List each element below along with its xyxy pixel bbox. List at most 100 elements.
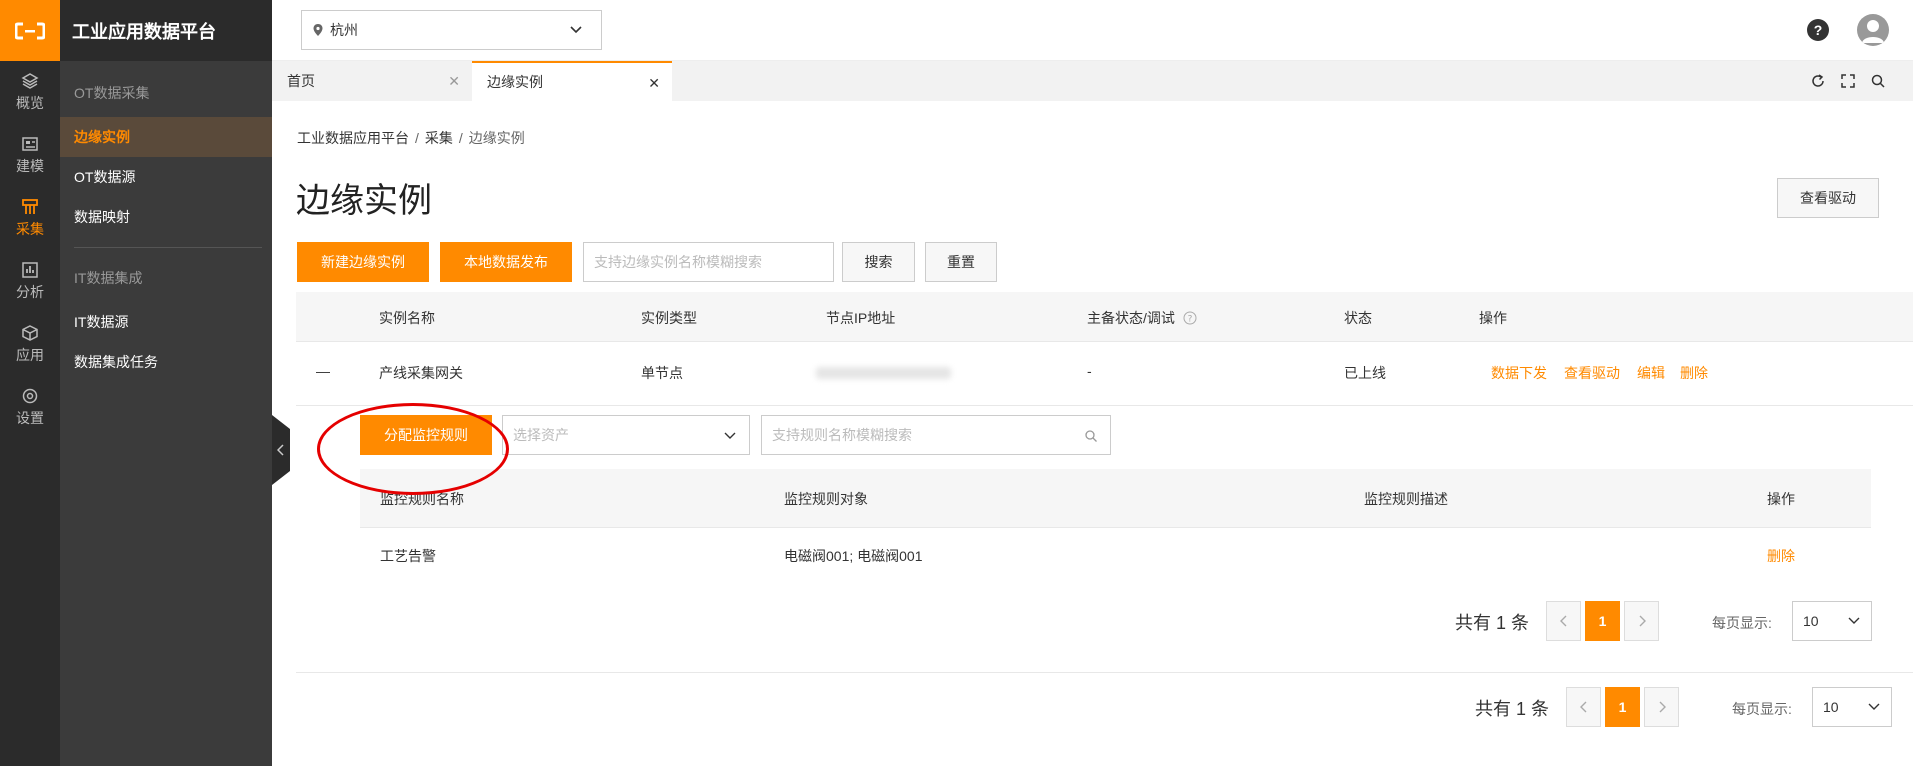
sidebar-divider bbox=[74, 247, 262, 248]
instance-search-input[interactable]: 支持边缘实例名称模糊搜索 bbox=[583, 242, 834, 282]
pager-size-select[interactable]: 10 bbox=[1812, 687, 1892, 727]
chevron-down-icon bbox=[570, 26, 582, 34]
col-status: 状态 bbox=[1344, 310, 1372, 326]
breadcrumb-separator: / bbox=[415, 130, 419, 146]
pager-size-value: 10 bbox=[1823, 699, 1839, 715]
city-select[interactable]: 杭州 bbox=[301, 10, 602, 50]
help-icon[interactable]: ? bbox=[1807, 19, 1829, 41]
rail-label: 概览 bbox=[16, 95, 44, 111]
col-actions: 操作 bbox=[1479, 310, 1507, 326]
rail-collect[interactable]: 采集 bbox=[0, 187, 60, 250]
sidebar-item-edge-instance[interactable]: 边缘实例 bbox=[60, 117, 272, 157]
tabs-bar: 首页 ✕ 边缘实例 ✕ bbox=[272, 61, 1913, 101]
pager-page[interactable]: 1 bbox=[1605, 687, 1640, 727]
view-driver-button[interactable]: 查看驱动 bbox=[1777, 178, 1879, 218]
tab-edge-instance[interactable]: 边缘实例 ✕ bbox=[472, 61, 672, 101]
table-row: — 产线采集网关 单节点 - 已上线 数据下发 查看驱动 编辑 删除 bbox=[296, 342, 1913, 406]
col-ha-status: 主备状态/调试 ? bbox=[1087, 308, 1197, 328]
sidebar-group-it: IT数据集成 bbox=[74, 270, 143, 286]
col-instance-name: 实例名称 bbox=[379, 310, 435, 326]
sub-pager-next[interactable] bbox=[1624, 601, 1659, 641]
collapse-row-toggle[interactable]: — bbox=[316, 363, 330, 379]
rail-label: 分析 bbox=[16, 284, 44, 300]
breadcrumb-platform[interactable]: 工业数据应用平台 bbox=[297, 130, 409, 146]
pager-total: 共有 1 条 bbox=[1475, 699, 1550, 719]
col-ha-status-label: 主备状态/调试 bbox=[1087, 310, 1175, 326]
close-icon[interactable]: ✕ bbox=[448, 73, 460, 90]
local-data-publish-button[interactable]: 本地数据发布 bbox=[440, 242, 572, 282]
rail-label: 采集 bbox=[16, 221, 44, 237]
close-icon[interactable]: ✕ bbox=[648, 75, 660, 92]
sub-pager-size-value: 10 bbox=[1803, 613, 1819, 629]
sidebar-item-it-source[interactable]: IT数据源 bbox=[60, 302, 272, 342]
pager-prev[interactable] bbox=[1566, 687, 1601, 727]
chevron-right-icon bbox=[1639, 615, 1646, 627]
rail-model[interactable]: 建模 bbox=[0, 124, 60, 187]
rule-name: 工艺告警 bbox=[380, 548, 436, 564]
col-rule-actions: 操作 bbox=[1767, 491, 1795, 507]
rule-delete-link[interactable]: 删除 bbox=[1767, 546, 1795, 566]
col-rule-target: 监控规则对象 bbox=[784, 491, 868, 507]
chevron-down-icon bbox=[1868, 703, 1880, 710]
avatar[interactable] bbox=[1857, 14, 1889, 46]
breadcrumb-separator: / bbox=[458, 130, 463, 146]
node-ip-redacted bbox=[816, 367, 951, 379]
top-header: 杭州 ? bbox=[272, 0, 1913, 61]
reset-button[interactable]: 重置 bbox=[925, 242, 997, 282]
new-edge-instance-button[interactable]: 新建边缘实例 bbox=[297, 242, 429, 282]
city-value: 杭州 bbox=[330, 22, 358, 38]
sidebar-item-integration-task[interactable]: 数据集成任务 bbox=[60, 342, 272, 382]
edit-link[interactable]: 编辑 bbox=[1637, 363, 1665, 383]
tab-home[interactable]: 首页 ✕ bbox=[272, 61, 472, 101]
assign-monitor-rule-button[interactable]: 分配监控规则 bbox=[360, 415, 492, 455]
delete-link[interactable]: 删除 bbox=[1680, 363, 1708, 383]
sidebar: 工业应用数据平台 OT数据采集 边缘实例 OT数据源 数据映射 IT数据集成 I… bbox=[60, 0, 272, 766]
location-pin-icon bbox=[313, 24, 323, 36]
pager-next[interactable] bbox=[1644, 687, 1679, 727]
rule-search-input[interactable]: 支持规则名称模糊搜索 bbox=[761, 415, 1111, 455]
app-title: 工业应用数据平台 bbox=[60, 0, 272, 61]
icon-rail: 概览 建模 采集 分析 应用 设置 bbox=[0, 0, 60, 766]
fullscreen-icon[interactable] bbox=[1840, 73, 1856, 89]
sub-pager-page[interactable]: 1 bbox=[1585, 601, 1620, 641]
divider bbox=[296, 672, 1913, 673]
rail-label: 建模 bbox=[16, 158, 44, 174]
sub-pager-total: 共有 1 条 bbox=[1455, 613, 1530, 633]
refresh-icon[interactable] bbox=[1810, 73, 1826, 89]
sidebar-item-ot-source[interactable]: OT数据源 bbox=[60, 157, 272, 197]
chevron-right-icon bbox=[1659, 701, 1666, 713]
settings-icon bbox=[22, 388, 38, 404]
breadcrumb: 工业数据应用平台 / 采集 / 边缘实例 bbox=[297, 128, 525, 148]
chart-icon bbox=[22, 262, 38, 278]
table-header: 实例名称 实例类型 节点IP地址 主备状态/调试 ? 状态 操作 bbox=[296, 292, 1913, 342]
sub-pager-size-select[interactable]: 10 bbox=[1792, 601, 1872, 641]
rail-settings[interactable]: 设置 bbox=[0, 376, 60, 439]
sidebar-item-data-mapping[interactable]: 数据映射 bbox=[60, 197, 272, 237]
search-button[interactable]: 搜索 bbox=[842, 242, 915, 282]
logo[interactable] bbox=[0, 0, 60, 61]
asset-select[interactable]: 选择资产 bbox=[502, 415, 750, 455]
rail-apps[interactable]: 应用 bbox=[0, 313, 60, 376]
search-icon[interactable] bbox=[1870, 73, 1886, 89]
breadcrumb-collect[interactable]: 采集 bbox=[425, 130, 453, 146]
page-title: 边缘实例 bbox=[296, 182, 432, 220]
view-driver-link[interactable]: 查看驱动 bbox=[1564, 363, 1620, 383]
rule-target: 电磁阀001; 电磁阀001 bbox=[784, 548, 923, 564]
ha-status: - bbox=[1087, 363, 1092, 379]
user-avatar-icon bbox=[1862, 20, 1884, 43]
rail-overview[interactable]: 概览 bbox=[0, 61, 60, 124]
tab-label: 边缘实例 bbox=[487, 74, 543, 90]
sub-pager-prev[interactable] bbox=[1546, 601, 1581, 641]
question-circle-icon[interactable]: ? bbox=[1183, 311, 1197, 325]
rail-analysis[interactable]: 分析 bbox=[0, 250, 60, 313]
chevron-left-icon bbox=[1559, 615, 1566, 627]
rail-label: 应用 bbox=[16, 347, 44, 363]
data-dispatch-link[interactable]: 数据下发 bbox=[1491, 363, 1547, 383]
col-instance-type: 实例类型 bbox=[641, 310, 697, 326]
rule-search-placeholder: 支持规则名称模糊搜索 bbox=[772, 427, 912, 443]
chevron-down-icon bbox=[1848, 617, 1860, 624]
collect-icon bbox=[22, 199, 38, 214]
breadcrumb-current: 边缘实例 bbox=[468, 130, 525, 146]
chevron-left-icon bbox=[1579, 701, 1586, 713]
search-icon[interactable] bbox=[1084, 429, 1098, 443]
